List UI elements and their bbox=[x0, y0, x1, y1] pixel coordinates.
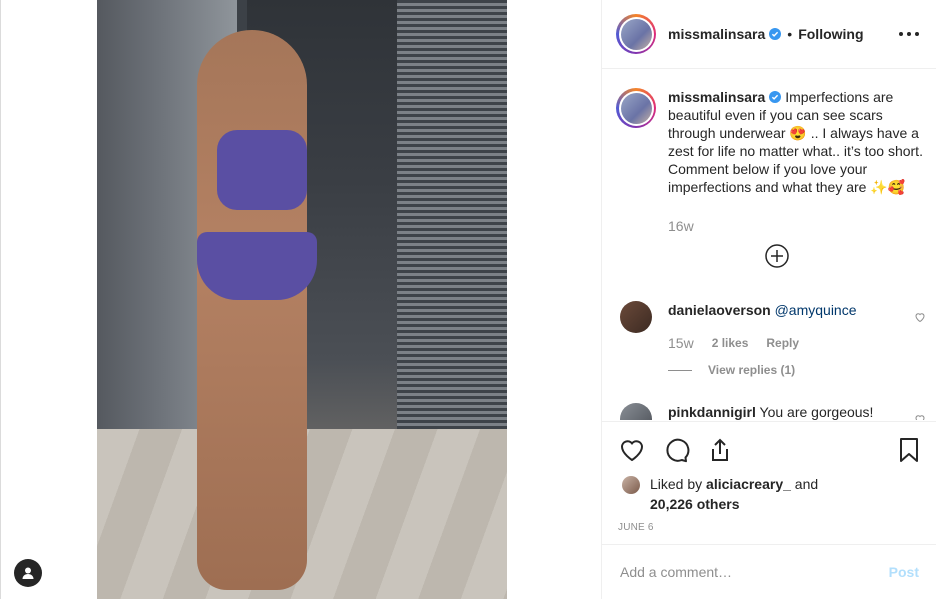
comment-timestamp[interactable]: 15w bbox=[668, 335, 694, 351]
photo-figure bbox=[197, 30, 307, 590]
photo-bottom bbox=[197, 232, 317, 300]
liked-by-avatar[interactable] bbox=[622, 476, 640, 494]
post-date[interactable]: JUNE 6 bbox=[618, 522, 654, 533]
comment-item: danielaoverson @amyquince 15w 2 likes Re… bbox=[620, 301, 930, 381]
caption-timestamp[interactable]: 16w bbox=[668, 218, 694, 234]
comment-body: You are gorgeous! bbox=[759, 404, 874, 420]
comment-like-icon[interactable] bbox=[914, 311, 926, 323]
left-pane bbox=[0, 0, 601, 599]
post-header: missmalinsara • Following bbox=[602, 0, 936, 69]
more-options-icon[interactable] bbox=[899, 24, 919, 44]
comment-username[interactable]: pinkdannigirl bbox=[668, 404, 756, 420]
liked-by-text: Liked by aliciacreary_ and 20,226 others bbox=[650, 474, 818, 514]
comment-text: danielaoverson @amyquince bbox=[668, 301, 898, 319]
post-photo[interactable] bbox=[97, 0, 507, 599]
replies-divider bbox=[668, 369, 692, 371]
add-comment-bar: Post bbox=[602, 544, 936, 599]
heart-icon[interactable] bbox=[618, 436, 646, 464]
comment-text: pinkdannigirl You are gorgeous! bbox=[668, 403, 898, 420]
post-actions: Liked by aliciacreary_ and 20,226 others… bbox=[602, 421, 936, 544]
author-username[interactable]: missmalinsara bbox=[668, 26, 765, 42]
view-replies-label: View replies (1) bbox=[708, 363, 796, 377]
view-replies-button[interactable]: View replies (1) bbox=[668, 363, 795, 377]
liked-by-user[interactable]: aliciacreary_ bbox=[706, 476, 791, 492]
author-avatar[interactable] bbox=[616, 14, 656, 54]
caption-text: missmalinsara Imperfections are beautifu… bbox=[668, 88, 926, 196]
comment-item: pinkdannigirl You are gorgeous! bbox=[620, 403, 930, 420]
bookmark-icon[interactable] bbox=[895, 436, 923, 464]
comment-mention[interactable]: @amyquince bbox=[775, 302, 857, 318]
following-button[interactable]: Following bbox=[798, 26, 863, 42]
comments-list: danielaoverson @amyquince 15w 2 likes Re… bbox=[602, 285, 936, 420]
liked-by-and: and bbox=[794, 476, 819, 492]
verified-badge-icon bbox=[769, 91, 782, 103]
user-profile-icon[interactable] bbox=[14, 559, 42, 587]
header-separator: • bbox=[787, 26, 793, 42]
load-more-comments-icon[interactable] bbox=[765, 244, 789, 268]
comment-input[interactable] bbox=[620, 564, 889, 580]
reply-button[interactable]: Reply bbox=[766, 336, 799, 350]
liked-by-prefix: Liked by bbox=[650, 476, 703, 492]
caption-avatar[interactable] bbox=[616, 88, 656, 128]
share-icon[interactable] bbox=[706, 436, 734, 464]
likes-count[interactable]: 20,226 others bbox=[650, 496, 740, 512]
post-sidebar: missmalinsara • Following missmalinsara … bbox=[601, 0, 936, 599]
commenter-avatar[interactable] bbox=[620, 301, 652, 333]
comment-meta: 15w 2 likes Reply bbox=[668, 335, 799, 351]
caption-username[interactable]: missmalinsara bbox=[668, 89, 765, 105]
commenter-avatar[interactable] bbox=[620, 403, 652, 420]
verified-badge-icon bbox=[769, 28, 782, 40]
comment-icon[interactable] bbox=[662, 436, 690, 464]
comment-like-icon[interactable] bbox=[914, 413, 926, 420]
post-caption: missmalinsara Imperfections are beautifu… bbox=[616, 88, 926, 196]
post-comment-button[interactable]: Post bbox=[889, 564, 919, 580]
comment-username[interactable]: danielaoverson bbox=[668, 302, 771, 318]
photo-top bbox=[217, 130, 307, 210]
comment-likes[interactable]: 2 likes bbox=[712, 336, 749, 350]
